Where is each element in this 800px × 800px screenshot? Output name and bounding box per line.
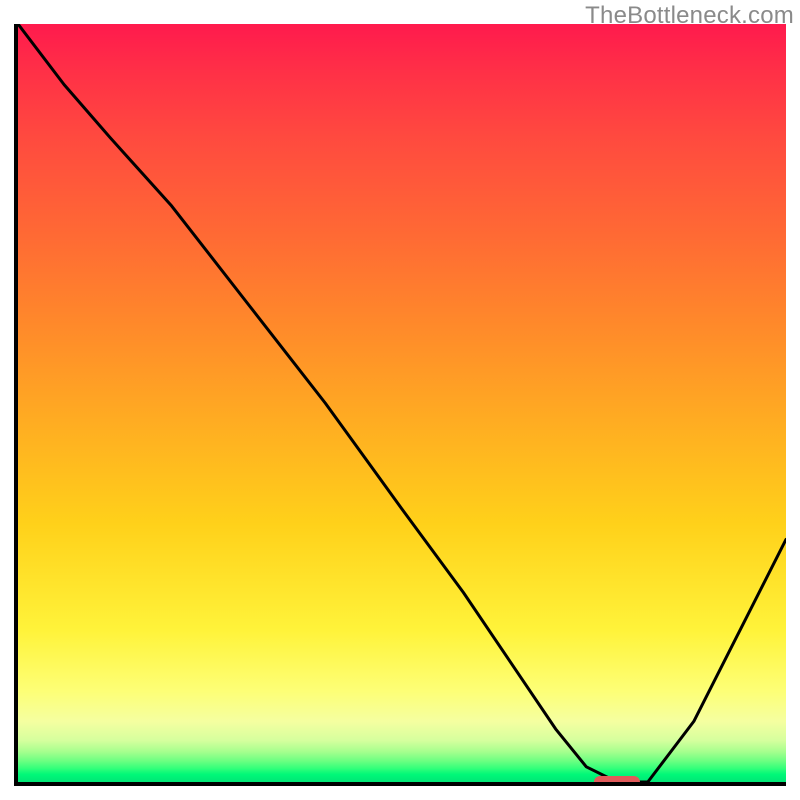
optimal-point-marker: [594, 776, 640, 786]
bottleneck-curve: [18, 24, 786, 782]
curve-layer: [18, 24, 786, 782]
watermark-text: TheBottleneck.com: [585, 2, 794, 30]
bottleneck-chart: TheBottleneck.com: [0, 0, 800, 800]
plot-area: [14, 24, 786, 786]
